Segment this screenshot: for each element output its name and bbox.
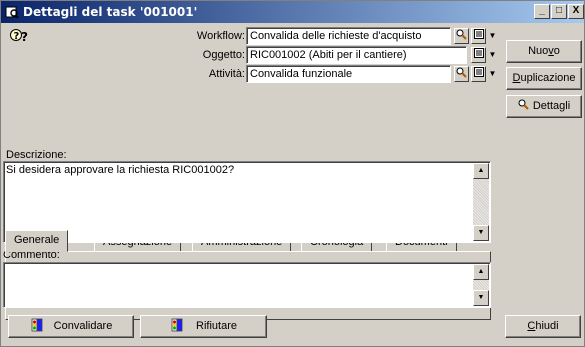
task-window-icon bbox=[5, 6, 19, 19]
descrizione-textarea[interactable]: Si desidera approvare la richiesta RIC00… bbox=[3, 161, 491, 243]
attivita-label: Attività: bbox=[208, 68, 245, 80]
close-button[interactable]: X bbox=[568, 4, 584, 19]
window-title: Dettagli del task '001001' bbox=[23, 5, 198, 19]
duplicazione-button[interactable]: Duplicazione bbox=[506, 67, 582, 90]
scroll-down-arrow[interactable]: ▼ bbox=[473, 225, 489, 241]
nuovo-label-a: Nuo bbox=[528, 45, 549, 57]
scroll-up-arrow[interactable]: ▲ bbox=[473, 163, 489, 179]
commento-textarea[interactable]: ▲ ▼ bbox=[3, 262, 491, 308]
chiudi-label-b: hiudi bbox=[535, 320, 559, 332]
traffic-light-icon bbox=[31, 318, 43, 332]
search-icon bbox=[518, 99, 529, 110]
attivita-field[interactable]: Convalida funzionale bbox=[246, 65, 451, 83]
convalidare-button[interactable]: Convalidare bbox=[8, 315, 134, 338]
scroll-down-arrow[interactable]: ▼ bbox=[473, 290, 489, 306]
workflow-search-button[interactable] bbox=[454, 28, 469, 44]
descrizione-label: Descrizione: bbox=[6, 149, 67, 161]
workflow-dropdown-arrow[interactable]: ▼ bbox=[487, 28, 498, 44]
maximize-button[interactable]: □ bbox=[551, 4, 567, 19]
commento-scrollbar[interactable]: ▲ ▼ bbox=[473, 264, 489, 306]
oggetto-label: Oggetto: bbox=[202, 49, 245, 61]
nuovo-button[interactable]: Nuovo bbox=[506, 40, 582, 63]
rifiutare-label: Rifiutare bbox=[196, 320, 237, 332]
scroll-up-arrow[interactable]: ▲ bbox=[473, 264, 489, 280]
dettagli-button[interactable]: Dettagli bbox=[506, 95, 582, 118]
detail-form-icon bbox=[473, 67, 484, 77]
search-icon bbox=[456, 67, 467, 78]
rifiutare-button[interactable]: Rifiutare bbox=[140, 315, 267, 338]
attivita-detail-button[interactable] bbox=[471, 66, 486, 82]
oggetto-dropdown-arrow[interactable]: ▼ bbox=[487, 47, 498, 63]
convalidare-label: Convalidare bbox=[53, 320, 113, 332]
dettagli-label: Dettagli bbox=[532, 100, 571, 112]
workflow-label: Workflow: bbox=[196, 30, 245, 42]
chiudi-button[interactable]: Chiudi bbox=[505, 315, 581, 338]
descrizione-text: Si desidera approvare la richiesta RIC00… bbox=[6, 164, 235, 176]
attivita-dropdown-arrow[interactable]: ▼ bbox=[487, 66, 498, 82]
attivita-search-button[interactable] bbox=[454, 66, 469, 82]
workflow-field[interactable]: Convalida delle richieste d'acquisto bbox=[246, 27, 451, 45]
tab-generale[interactable]: Generale bbox=[5, 230, 69, 252]
title-bar[interactable]: Dettagli del task '001001' _ □ X bbox=[1, 1, 584, 23]
search-icon bbox=[456, 29, 467, 40]
workflow-detail-button[interactable] bbox=[471, 28, 486, 44]
help-icon[interactable]: ? ? bbox=[9, 28, 31, 44]
detail-form-icon bbox=[473, 48, 484, 58]
oggetto-detail-button[interactable] bbox=[471, 47, 486, 63]
traffic-light-icon bbox=[171, 318, 183, 332]
duplicazione-label-b: uplicazione bbox=[520, 72, 576, 84]
minimize-button[interactable]: _ bbox=[534, 4, 550, 19]
svg-text:?: ? bbox=[21, 30, 28, 44]
svg-text:?: ? bbox=[14, 31, 20, 42]
oggetto-field[interactable]: RIC001002 (Abiti per il cantiere) bbox=[246, 46, 467, 64]
nuovo-label-c: o bbox=[553, 45, 560, 57]
detail-form-icon bbox=[473, 29, 484, 39]
descrizione-scrollbar[interactable]: ▲ ▼ bbox=[473, 163, 489, 241]
